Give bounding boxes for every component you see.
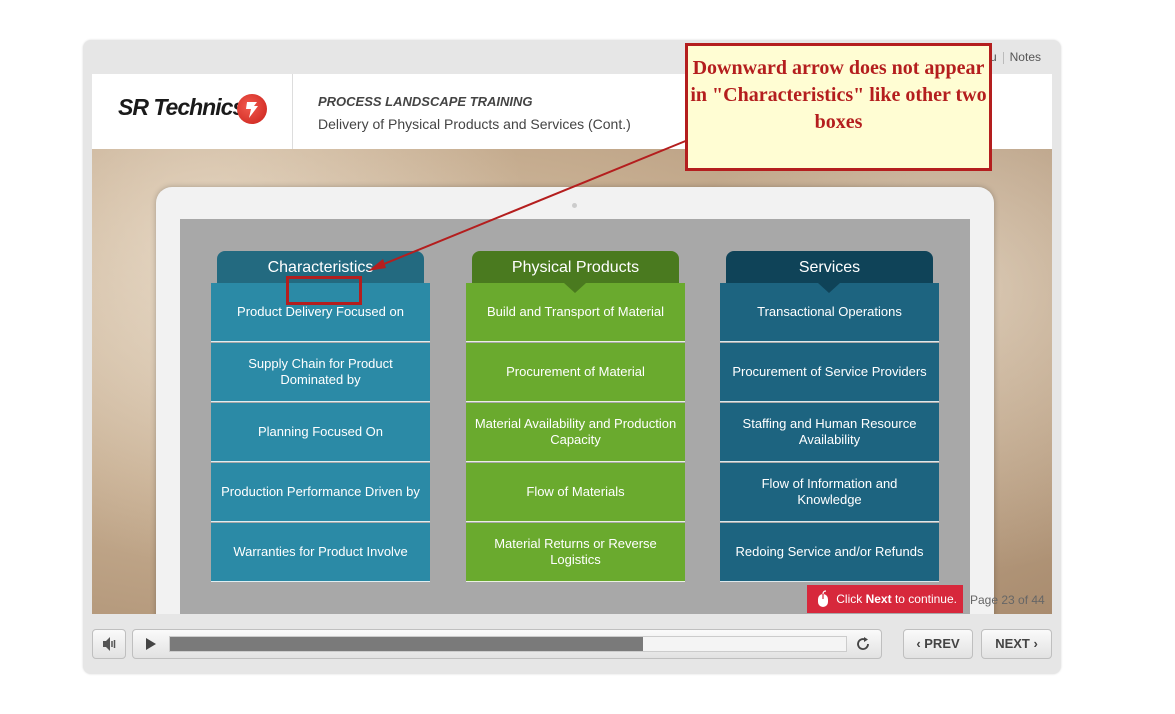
annotation-arrow (368, 139, 689, 271)
annotation-callout: Downward arrow does not appear in "Chara… (685, 43, 992, 171)
